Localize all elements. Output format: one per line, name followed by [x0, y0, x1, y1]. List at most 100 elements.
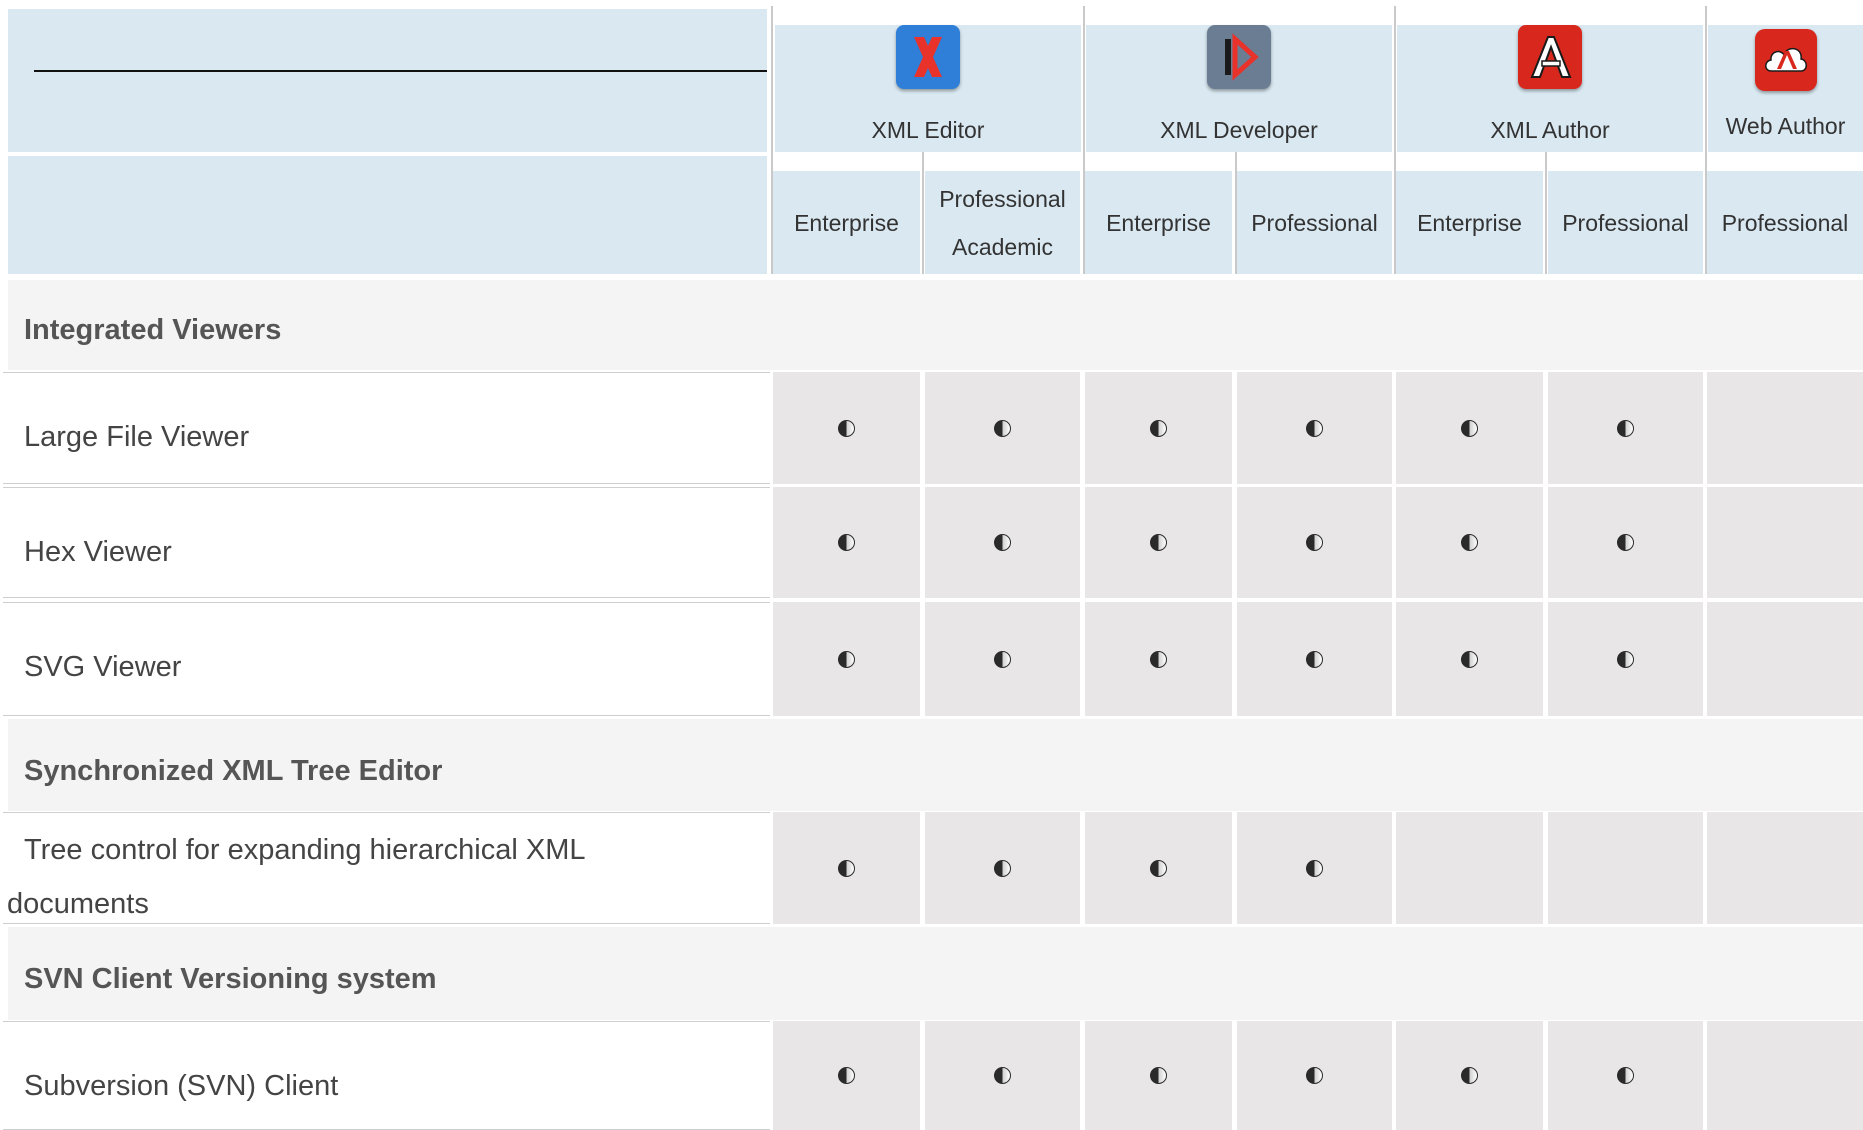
support-cell — [1085, 602, 1232, 716]
supported-bullet-icon — [838, 534, 855, 551]
web-author-logo-icon — [1754, 29, 1817, 91]
edition-header: Professional — [1548, 171, 1703, 274]
column-divider — [922, 152, 924, 274]
support-cell — [773, 812, 920, 924]
edition-header: Professional — [1707, 171, 1863, 274]
supported-bullet-icon — [838, 419, 855, 437]
feature-label: Hex Viewer — [3, 487, 770, 598]
support-cell — [1548, 487, 1703, 598]
supported-bullet-icon — [994, 534, 1011, 551]
support-cell — [1237, 487, 1392, 598]
feature-label: Tree control for expanding hierarchical … — [3, 812, 770, 924]
support-cell — [1085, 372, 1232, 484]
supported-bullet-icon — [1617, 419, 1634, 437]
support-cell — [925, 602, 1080, 716]
support-cell — [773, 602, 920, 716]
support-cell — [1396, 372, 1543, 484]
support-cell — [925, 372, 1080, 484]
supported-bullet-icon — [1461, 1067, 1478, 1084]
support-cell — [1548, 812, 1703, 924]
column-divider — [1545, 152, 1547, 274]
edition-header: Enterprise — [1085, 171, 1232, 274]
edition-header: Enterprise — [1396, 171, 1543, 274]
product-name: XML Editor — [871, 117, 985, 143]
support-cell — [1548, 602, 1703, 716]
feature-label: SVG Viewer — [3, 602, 770, 716]
supported-bullet-icon — [1617, 1067, 1634, 1084]
supported-bullet-icon — [1461, 534, 1478, 551]
section-header: SVN Client Versioning system — [8, 927, 1863, 1020]
product-header-xml-developer: XML Developer — [1086, 25, 1392, 152]
support-cell — [1085, 1021, 1232, 1130]
table-row: Subversion (SVN) Client — [3, 1021, 1863, 1130]
header-corner-editions — [8, 156, 767, 274]
supported-bullet-icon — [1150, 650, 1167, 668]
section-header: Synchronized XML Tree Editor — [8, 719, 1863, 811]
support-cell — [1548, 1021, 1703, 1130]
supported-bullet-icon — [838, 650, 855, 668]
support-cell — [1237, 812, 1392, 924]
support-cell — [1396, 602, 1543, 716]
table-row: SVG Viewer — [3, 602, 1863, 716]
edition-header: Professional Academic — [925, 171, 1080, 274]
comparison-table: XML Editor XML Developer XML Author Web … — [0, 0, 1863, 1130]
product-name: Web Author — [1725, 113, 1846, 139]
supported-bullet-icon — [1461, 650, 1478, 668]
support-cell — [1396, 487, 1543, 598]
support-cell — [1707, 812, 1863, 924]
edition-header: Professional — [1237, 171, 1392, 274]
divider — [34, 70, 767, 72]
supported-bullet-icon — [838, 859, 855, 877]
supported-bullet-icon — [1306, 650, 1323, 668]
table-row: Tree control for expanding hierarchical … — [3, 812, 1863, 924]
supported-bullet-icon — [994, 1067, 1011, 1084]
supported-bullet-icon — [1150, 1067, 1167, 1084]
support-cell — [1396, 812, 1543, 924]
support-cell — [1707, 1021, 1863, 1130]
support-cell — [1237, 602, 1392, 716]
product-header-web-author: Web Author — [1708, 25, 1863, 152]
edition-header: Enterprise — [773, 171, 920, 274]
support-cell — [925, 1021, 1080, 1130]
supported-bullet-icon — [1461, 419, 1478, 437]
support-cell — [1237, 1021, 1392, 1130]
product-name: XML Developer — [1160, 117, 1318, 143]
header-corner — [8, 9, 767, 152]
xml-author-logo-icon — [1518, 25, 1582, 89]
feature-label: Subversion (SVN) Client — [3, 1021, 770, 1130]
supported-bullet-icon — [1306, 419, 1323, 437]
supported-bullet-icon — [1306, 1067, 1323, 1084]
support-cell — [773, 1021, 920, 1130]
support-cell — [1707, 487, 1863, 598]
support-cell — [1548, 372, 1703, 484]
supported-bullet-icon — [1150, 419, 1167, 437]
supported-bullet-icon — [1306, 534, 1323, 551]
support-cell — [925, 812, 1080, 924]
supported-bullet-icon — [994, 859, 1011, 877]
support-cell — [1237, 372, 1392, 484]
support-cell — [1707, 372, 1863, 484]
support-cell — [925, 487, 1080, 598]
supported-bullet-icon — [994, 419, 1011, 437]
table-row: Hex Viewer — [3, 487, 1863, 598]
support-cell — [1085, 812, 1232, 924]
support-cell — [773, 487, 920, 598]
xml-developer-logo-icon — [1207, 25, 1271, 89]
supported-bullet-icon — [994, 650, 1011, 668]
supported-bullet-icon — [1150, 859, 1167, 877]
supported-bullet-icon — [1306, 859, 1323, 877]
support-cell — [1396, 1021, 1543, 1130]
product-header-xml-editor: XML Editor — [775, 25, 1081, 152]
supported-bullet-icon — [1617, 650, 1634, 668]
product-name: XML Author — [1490, 117, 1610, 143]
support-cell — [773, 372, 920, 484]
support-cell — [1707, 602, 1863, 716]
supported-bullet-icon — [838, 1067, 855, 1084]
feature-label: Large File Viewer — [3, 372, 770, 484]
product-header-xml-author: XML Author — [1397, 25, 1703, 152]
xml-editor-logo-icon — [896, 25, 960, 89]
supported-bullet-icon — [1617, 534, 1634, 551]
table-row: Large File Viewer — [3, 372, 1863, 484]
section-header: Integrated Viewers — [8, 280, 1863, 370]
supported-bullet-icon — [1150, 534, 1167, 551]
